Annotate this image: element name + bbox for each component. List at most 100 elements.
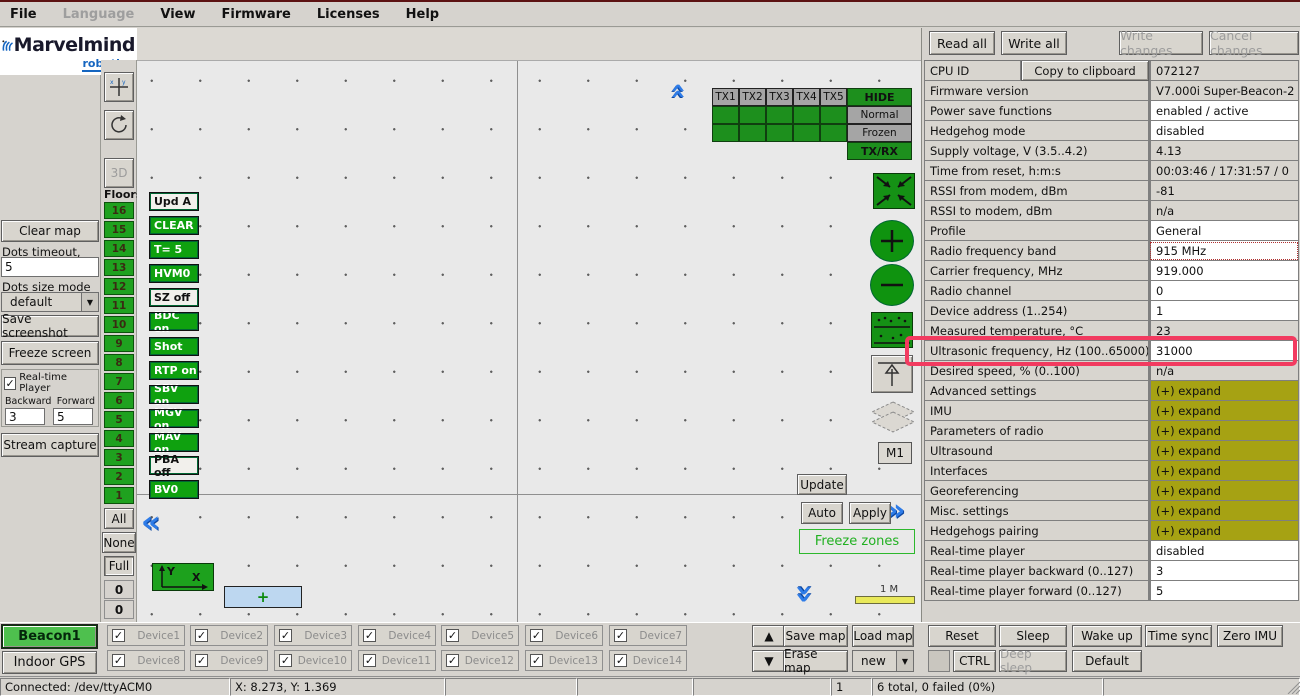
read-all-button[interactable]: Read all [929, 31, 995, 55]
floor-button-10[interactable]: 10 [104, 316, 134, 333]
param-value[interactable]: enabled / active [1149, 101, 1299, 121]
device-checkbox[interactable]: ✓ [112, 654, 125, 667]
device-checkbox[interactable]: ✓ [530, 654, 543, 667]
param-value[interactable]: (+) expand [1149, 381, 1299, 401]
param-value[interactable]: 919.000 [1149, 261, 1299, 281]
param-value[interactable]: 5 [1149, 581, 1299, 601]
floors-all-button[interactable]: All [104, 508, 134, 529]
zoom-out-button[interactable] [870, 264, 914, 306]
dots-view-button[interactable] [871, 312, 913, 351]
resize-grip-icon[interactable] [1284, 678, 1300, 694]
chevron-down-icon[interactable]: ▼ [896, 651, 913, 671]
floor-button-2[interactable]: 2 [104, 468, 134, 485]
tx-hide-button[interactable]: HIDE [847, 88, 912, 106]
default-button[interactable]: Default [1072, 650, 1142, 672]
map-button-hvm0[interactable]: HVM0 [150, 265, 198, 282]
param-value[interactable]: (+) expand [1149, 421, 1299, 441]
copy-to-clipboard-button[interactable]: Copy to clipboard [1021, 61, 1149, 81]
map-select[interactable]: new ▼ [852, 650, 914, 672]
menu-firmware[interactable]: Firmware [222, 7, 291, 22]
tx-cell[interactable] [739, 124, 766, 142]
xy-view-button[interactable]: x y [104, 72, 134, 102]
floor-button-14[interactable]: 14 [104, 240, 134, 257]
tx-header-tx5[interactable]: TX5 [820, 88, 847, 106]
axes-origin-button[interactable]: Y X [152, 563, 214, 594]
tx-cell[interactable] [739, 106, 766, 124]
map-button-mgv-on[interactable]: MGV on [150, 410, 198, 427]
device-checkbox[interactable]: ✓ [363, 654, 376, 667]
param-value[interactable]: 915 MHz [1149, 241, 1299, 261]
device-checkbox[interactable]: ✓ [279, 629, 292, 642]
device-checkbox[interactable]: ✓ [195, 654, 208, 667]
reset-button[interactable]: Reset [928, 625, 996, 647]
floors-full-button[interactable]: Full [104, 556, 134, 576]
sleep-button[interactable]: Sleep [999, 625, 1067, 647]
map-button-upd-a[interactable]: Upd A [150, 193, 198, 210]
tab-indoor-gps[interactable]: Indoor GPS [2, 651, 97, 674]
param-value[interactable]: 3 [1149, 561, 1299, 581]
save-map-button[interactable]: Save map [783, 625, 848, 647]
map-button-mav-on[interactable]: MAV on [150, 434, 198, 451]
deep-sleep-button[interactable]: Deep sleep [999, 650, 1067, 672]
tx-cell[interactable] [820, 106, 847, 124]
floor-button-8[interactable]: 8 [104, 354, 134, 371]
realtime-player-checkbox[interactable]: ✓ [4, 377, 16, 390]
param-value[interactable]: General [1149, 221, 1299, 241]
fit-view-button[interactable] [873, 173, 915, 212]
m1-button[interactable]: M1 [878, 442, 912, 464]
load-map-button[interactable]: Load map [852, 625, 914, 647]
device-checkbox[interactable]: ✓ [279, 654, 292, 667]
tx-header-tx3[interactable]: TX3 [766, 88, 793, 106]
param-value[interactable]: (+) expand [1149, 461, 1299, 481]
dots-size-mode-select[interactable]: default ▼ [1, 292, 99, 312]
floor-button-1[interactable]: 1 [104, 487, 134, 504]
menu-language[interactable]: Language [63, 7, 135, 22]
floor-button-4[interactable]: 4 [104, 430, 134, 447]
map-button-sz-off[interactable]: SZ off [150, 289, 198, 306]
save-screenshot-button[interactable]: Save screenshot [1, 315, 99, 337]
tx-cell[interactable] [766, 124, 793, 142]
floor-button-11[interactable]: 11 [104, 297, 134, 314]
tx-header-tx1[interactable]: TX1 [712, 88, 739, 106]
clear-map-button[interactable]: Clear map [1, 220, 99, 242]
tx-cell[interactable] [793, 124, 820, 142]
tx-normal-button[interactable]: Normal [847, 106, 912, 124]
map-button-rtp-on[interactable]: RTP on [150, 362, 198, 379]
apply-button[interactable]: Apply [849, 502, 891, 524]
move-up-button[interactable] [871, 355, 913, 393]
device-checkbox[interactable]: ✓ [446, 654, 459, 667]
device-checkbox[interactable]: ✓ [195, 629, 208, 642]
write-changes-button[interactable]: Write changes [1119, 31, 1203, 55]
device-checkbox[interactable]: ✓ [446, 629, 459, 642]
tx-txrx-button[interactable]: TX/RX [847, 142, 912, 160]
param-value[interactable]: (+) expand [1149, 401, 1299, 421]
menu-licenses[interactable]: Licenses [317, 7, 380, 22]
device-checkbox[interactable]: ✓ [530, 629, 543, 642]
floor-button-12[interactable]: 12 [104, 278, 134, 295]
cancel-changes-button[interactable]: Cancel changes [1209, 31, 1299, 55]
param-value[interactable]: 1 [1149, 301, 1299, 321]
tx-cell[interactable] [820, 124, 847, 142]
floor-button-15[interactable]: 15 [104, 221, 134, 238]
forward-input[interactable]: 5 [53, 408, 93, 425]
tx-frozen-button[interactable]: Frozen [847, 124, 912, 142]
pan-up-chevron-icon[interactable]: « [665, 83, 691, 100]
wake-up-button[interactable]: Wake up [1072, 625, 1142, 647]
devices-scroll-up-button[interactable]: ▲ [752, 625, 786, 647]
pan-left-chevron-icon[interactable]: « [141, 508, 160, 538]
floor-button-6[interactable]: 6 [104, 392, 134, 409]
tx-header-tx2[interactable]: TX2 [739, 88, 766, 106]
zero-imu-button[interactable]: Zero IMU [1217, 625, 1283, 647]
param-value[interactable]: (+) expand [1149, 521, 1299, 541]
floor-button-3[interactable]: 3 [104, 449, 134, 466]
menu-file[interactable]: File [10, 7, 37, 22]
device-checkbox[interactable]: ✓ [614, 629, 627, 642]
tx-cell[interactable] [712, 124, 739, 142]
map-button-pba-off[interactable]: PBA off [150, 457, 198, 474]
time-sync-button[interactable]: Time sync [1145, 625, 1212, 647]
floor-button-5[interactable]: 5 [104, 411, 134, 428]
view-3d-button[interactable]: 3D [104, 158, 134, 188]
floor-button-7[interactable]: 7 [104, 373, 134, 390]
stream-capture-button[interactable]: Stream capture [1, 433, 99, 457]
map-button-bv0[interactable]: BV0 [150, 481, 198, 498]
